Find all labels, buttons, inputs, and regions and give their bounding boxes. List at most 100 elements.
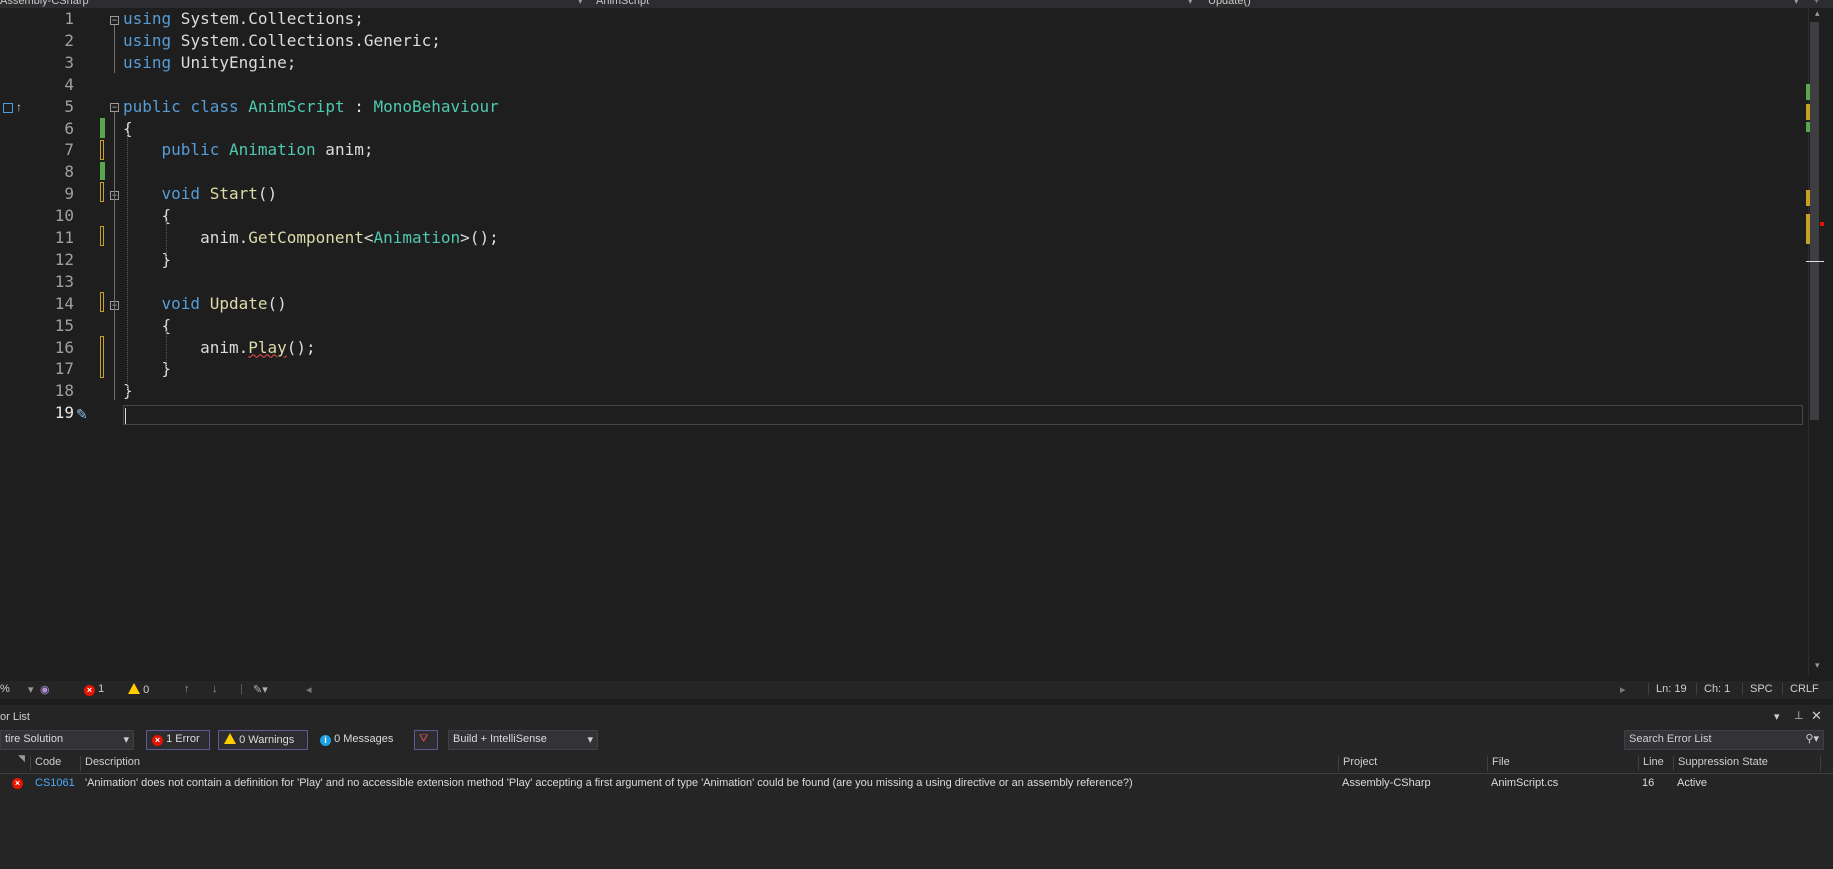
error-count[interactable]: × 1 bbox=[84, 683, 104, 696]
error-icon: × bbox=[152, 735, 163, 746]
code-line[interactable]: { bbox=[123, 205, 172, 227]
build-intellisense-dropdown[interactable]: Build + IntelliSense ▾ bbox=[448, 730, 598, 750]
scroll-down-icon[interactable]: ▾ bbox=[1815, 660, 1820, 671]
code-line[interactable]: void Update() bbox=[123, 293, 287, 315]
line-ending-indicator[interactable]: CRLF bbox=[1782, 683, 1830, 695]
panel-title: or List bbox=[0, 711, 30, 723]
error-icon: × bbox=[12, 778, 23, 789]
whitespace-indicator[interactable]: SPC bbox=[1742, 683, 1786, 695]
error-code-link[interactable]: CS1061 bbox=[35, 777, 75, 789]
code-token: using bbox=[123, 52, 172, 72]
project-dropdown[interactable]: Assembly-CSharp bbox=[0, 0, 89, 8]
class-inheritance-icon[interactable] bbox=[3, 103, 13, 113]
change-marker-unsaved bbox=[100, 140, 104, 160]
chevron-down-icon[interactable]: ▾ bbox=[1794, 0, 1799, 7]
change-marker-unsaved bbox=[100, 182, 104, 202]
column-line[interactable]: Line bbox=[1638, 756, 1664, 771]
chevron-down-icon[interactable]: ▾ bbox=[1188, 0, 1193, 7]
warning-count[interactable]: 0 bbox=[128, 683, 149, 696]
code-token: public bbox=[161, 140, 220, 160]
code-line[interactable]: void Start() bbox=[123, 183, 278, 205]
quick-actions-brush-icon[interactable]: ✎ bbox=[76, 406, 88, 423]
line-number: 10 bbox=[54, 206, 74, 226]
code-token: class bbox=[190, 96, 239, 116]
line-number: 14 bbox=[54, 293, 74, 313]
line-number: 7 bbox=[64, 140, 74, 160]
code-line[interactable]: } bbox=[123, 249, 172, 271]
scroll-up-icon[interactable]: ▴ bbox=[1815, 8, 1820, 19]
code-line[interactable]: using System.Collections.Generic; bbox=[123, 30, 441, 52]
scroll-left-icon[interactable]: ◂ bbox=[306, 683, 312, 696]
code-token: MonoBehaviour bbox=[373, 96, 499, 116]
search-input[interactable]: Search Error List ⚲▾ bbox=[1624, 730, 1824, 750]
close-icon[interactable]: ✕ bbox=[1811, 708, 1822, 724]
line-number: 19 bbox=[54, 403, 74, 423]
code-token: Play bbox=[248, 337, 287, 357]
search-icon: ⚲▾ bbox=[1805, 733, 1819, 745]
filter-toggle-button[interactable]: ⛛ bbox=[414, 730, 438, 750]
zoom-level[interactable]: % bbox=[0, 683, 10, 695]
code-token: UnityEngine; bbox=[171, 52, 297, 72]
line-number: 18 bbox=[54, 381, 74, 401]
code-line[interactable]: public Animation anim; bbox=[123, 139, 374, 161]
code-token: () bbox=[267, 293, 287, 313]
pin-icon[interactable]: ⊥ bbox=[1794, 709, 1804, 722]
code-token: } bbox=[123, 359, 172, 379]
code-line[interactable]: public class AnimScript : MonoBehaviour bbox=[123, 96, 499, 118]
indent-guide bbox=[166, 331, 167, 367]
split-editor-icon[interactable]: + bbox=[1814, 0, 1819, 6]
column-file[interactable]: File bbox=[1487, 756, 1510, 771]
line-number: 15 bbox=[54, 315, 74, 335]
scroll-change-marker bbox=[1806, 122, 1810, 132]
info-icon: i bbox=[320, 735, 331, 746]
code-token: >(); bbox=[460, 228, 499, 247]
collapse-toggle-icon[interactable]: − bbox=[110, 103, 119, 112]
class-dropdown[interactable]: AnimScript bbox=[596, 0, 649, 8]
column-project[interactable]: Project bbox=[1338, 756, 1377, 771]
scroll-right-icon[interactable]: ▸ bbox=[1620, 683, 1626, 696]
column-description[interactable]: Description bbox=[80, 756, 140, 771]
scroll-error-marker bbox=[1820, 222, 1824, 226]
column-code[interactable]: Code bbox=[30, 756, 61, 771]
errors-filter-button[interactable]: × 1 Error bbox=[146, 730, 210, 750]
chevron-down-icon[interactable]: ▾ bbox=[578, 0, 583, 7]
warnings-filter-button[interactable]: 0 Warnings bbox=[218, 730, 308, 750]
code-token: anim. bbox=[123, 337, 249, 357]
chevron-down-icon[interactable]: ▾ bbox=[28, 683, 34, 696]
line-number: 4 bbox=[64, 74, 74, 94]
code-token: GetComponent bbox=[248, 228, 364, 247]
line-number: 5 bbox=[64, 96, 74, 116]
copilot-icon[interactable]: ◉ bbox=[40, 683, 50, 696]
code-line[interactable]: using System.Collections; bbox=[123, 8, 364, 30]
scroll-change-marker bbox=[1806, 84, 1810, 100]
navigation-bar: Assembly-CSharp ▾ AnimScript ▾ Update() … bbox=[0, 0, 1833, 8]
code-line[interactable]: anim.Play(); bbox=[123, 337, 316, 359]
column-chooser-icon[interactable]: ◥ bbox=[18, 753, 25, 768]
text-caret bbox=[125, 408, 126, 424]
code-token: Start bbox=[209, 184, 258, 204]
arrow-down-icon[interactable]: ↓ bbox=[212, 683, 218, 695]
code-token: Collections; bbox=[248, 9, 364, 28]
code-line[interactable]: } bbox=[123, 358, 172, 380]
code-cleanup-brush-icon[interactable]: ✎▾ bbox=[253, 683, 268, 696]
table-row[interactable]: × CS1061 'Animation' does not contain a … bbox=[0, 774, 1833, 794]
code-line[interactable]: { bbox=[123, 315, 172, 337]
line-number: 13 bbox=[54, 271, 74, 291]
line-number: 3 bbox=[64, 52, 74, 72]
code-token: Collections bbox=[248, 30, 355, 50]
column-suppression-state[interactable]: Suppression State bbox=[1673, 756, 1768, 771]
column-indicator[interactable]: Ch: 1 bbox=[1696, 683, 1744, 695]
collapse-toggle-icon[interactable]: − bbox=[110, 16, 119, 25]
code-editor[interactable]: 1 2 3 4 5 6 7 8 9 10 11 12 13 14 15 16 17 18 19 using Syst… bbox=[0, 8, 1808, 675]
code-line[interactable]: using UnityEngine; bbox=[123, 52, 296, 74]
scrollbar-thumb[interactable] bbox=[1810, 22, 1819, 420]
scope-dropdown[interactable]: tire Solution ▾ bbox=[0, 730, 134, 750]
change-marker-saved bbox=[100, 118, 105, 138]
window-position-icon[interactable]: ▾ bbox=[1774, 710, 1780, 723]
member-dropdown[interactable]: Update() bbox=[1208, 0, 1251, 8]
code-line[interactable]: anim.GetComponent<Animation>(); bbox=[123, 227, 499, 249]
scroll-change-marker bbox=[1806, 104, 1810, 120]
error-list-titlebar: or List ▾ ⊥ ✕ bbox=[0, 705, 1833, 728]
arrow-up-icon[interactable]: ↑ bbox=[184, 683, 190, 695]
